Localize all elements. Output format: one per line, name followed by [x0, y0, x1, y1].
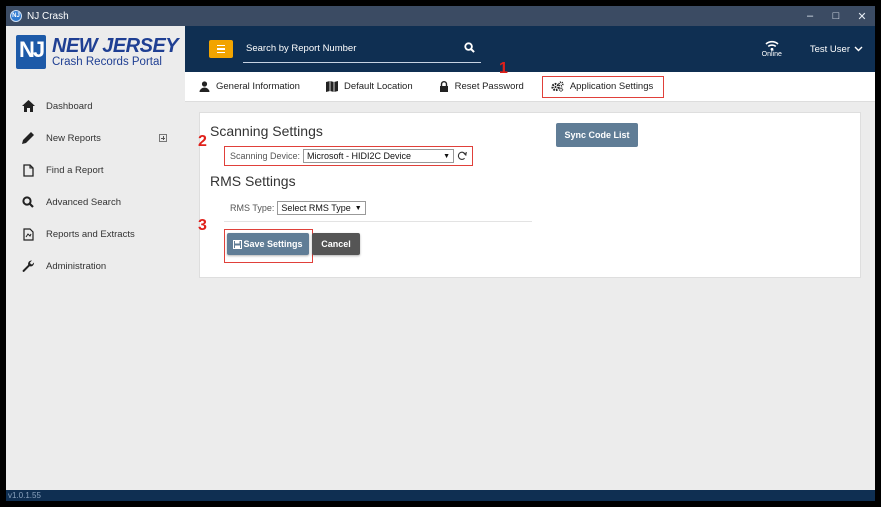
window-titlebar: NJ NJ Crash – □ ✕ — [6, 6, 875, 26]
sidebar-item-dashboard[interactable]: Dashboard — [6, 90, 185, 122]
expand-plus-icon[interactable] — [159, 134, 167, 142]
search-icon — [20, 195, 36, 209]
sidebar-item-label: Reports and Extracts — [46, 228, 135, 240]
top-header: Search by Report Number Online Test User — [185, 26, 875, 72]
rms-settings-title: RMS Settings — [210, 173, 296, 189]
sidebar-item-new-reports[interactable]: New Reports — [6, 122, 185, 154]
sidebar-item-label: Administration — [46, 260, 107, 272]
hamburger-menu-button[interactable] — [209, 40, 233, 58]
settings-tabs: General Information Default Location Res… — [185, 60, 875, 102]
search-input[interactable]: Search by Report Number — [243, 43, 356, 54]
search-icon[interactable] — [464, 41, 475, 56]
rms-type-select[interactable]: Select RMS Type ▼ — [277, 201, 366, 215]
pencil-icon — [20, 131, 36, 145]
chevron-down-icon — [854, 46, 863, 52]
status-label: Online — [761, 51, 782, 58]
save-settings-button[interactable]: Save Settings — [227, 233, 309, 255]
home-icon — [20, 99, 36, 113]
step-marker-1: 1 — [499, 60, 508, 77]
document-icon — [20, 163, 36, 177]
brand-subtitle: Crash Records Portal — [52, 55, 162, 68]
sidebar-item-label: Advanced Search — [46, 196, 121, 208]
wrench-icon — [20, 259, 36, 273]
main-content: Scanning Settings 2 Scanning Device: Mic… — [185, 102, 875, 490]
section-divider — [224, 221, 532, 222]
tab-label: General Information — [216, 81, 300, 92]
user-icon — [199, 81, 210, 92]
user-menu[interactable]: Test User — [810, 44, 863, 55]
brand-title: NEW JERSEY — [52, 34, 179, 57]
tab-application-settings[interactable]: Application Settings — [541, 75, 665, 98]
app-window: NJ NJ Crash – □ ✕ NJ NEW JERSEY Crash Re… — [0, 0, 881, 507]
report-search-bar[interactable]: Search by Report Number — [243, 35, 481, 63]
sidebar-item-find-a-report[interactable]: Find a Report — [6, 154, 185, 186]
dropdown-arrow-icon: ▼ — [354, 204, 362, 212]
dropdown-arrow-icon: ▼ — [443, 152, 451, 160]
sidebar-nav: Dashboard New Reports Find a Report Adva… — [6, 90, 185, 282]
sidebar-item-label: Dashboard — [46, 100, 93, 112]
cancel-button[interactable]: Cancel — [312, 233, 360, 255]
rms-type-label: RMS Type: — [230, 203, 275, 213]
scanning-settings-title: Scanning Settings — [210, 123, 323, 139]
tab-label: Application Settings — [569, 81, 654, 92]
settings-card: Scanning Settings 2 Scanning Device: Mic… — [198, 112, 861, 278]
maximize-button[interactable]: □ — [823, 10, 849, 22]
nj-state-icon: NJ — [16, 35, 46, 69]
tab-label: Reset Password — [454, 81, 524, 92]
tab-general-information[interactable]: General Information — [199, 76, 300, 98]
sidebar-item-advanced-search[interactable]: Advanced Search — [6, 186, 185, 218]
step-marker-2: 2 — [198, 133, 207, 150]
save-icon — [233, 239, 243, 249]
minimize-button[interactable]: – — [797, 10, 823, 22]
connection-status: Online — [762, 40, 782, 58]
nj-emblem-letters: NJ — [18, 37, 45, 62]
scanning-device-select[interactable]: Microsoft - HIDI2C Device ▼ — [303, 149, 455, 163]
tab-default-location[interactable]: Default Location — [325, 76, 413, 98]
version-footer: v1.0.1.55 — [6, 490, 875, 501]
app-logo-icon: NJ — [10, 10, 22, 22]
wifi-icon — [765, 40, 779, 51]
report-icon — [20, 227, 36, 241]
lock-icon — [439, 81, 449, 92]
sidebar-item-administration[interactable]: Administration — [6, 250, 185, 282]
tab-reset-password[interactable]: Reset Password — [439, 76, 524, 98]
scanning-device-label: Scanning Device: — [230, 151, 301, 161]
sidebar-item-label: New Reports — [46, 132, 101, 144]
step-marker-3: 3 — [198, 217, 207, 234]
user-name: Test User — [809, 43, 850, 55]
close-button[interactable]: ✕ — [849, 10, 875, 23]
sidebar-item-reports-and-extracts[interactable]: Reports and Extracts — [6, 218, 185, 250]
sync-code-list-button[interactable]: Sync Code List — [556, 123, 638, 147]
window-controls: – □ ✕ — [797, 6, 875, 26]
refresh-icon[interactable] — [457, 151, 467, 161]
gears-icon — [551, 81, 564, 92]
sidebar: NJ NEW JERSEY Crash Records Portal Dashb… — [6, 26, 185, 490]
map-icon — [325, 81, 338, 92]
tab-label: Default Location — [343, 81, 413, 92]
window-title: NJ Crash — [27, 10, 69, 22]
brand-logo[interactable]: NJ NEW JERSEY Crash Records Portal — [6, 26, 185, 78]
scanning-device-row: Scanning Device: Microsoft - HIDI2C Devi… — [224, 146, 473, 166]
rms-type-row: RMS Type: Select RMS Type ▼ — [230, 201, 366, 215]
sidebar-item-label: Find a Report — [46, 164, 104, 176]
